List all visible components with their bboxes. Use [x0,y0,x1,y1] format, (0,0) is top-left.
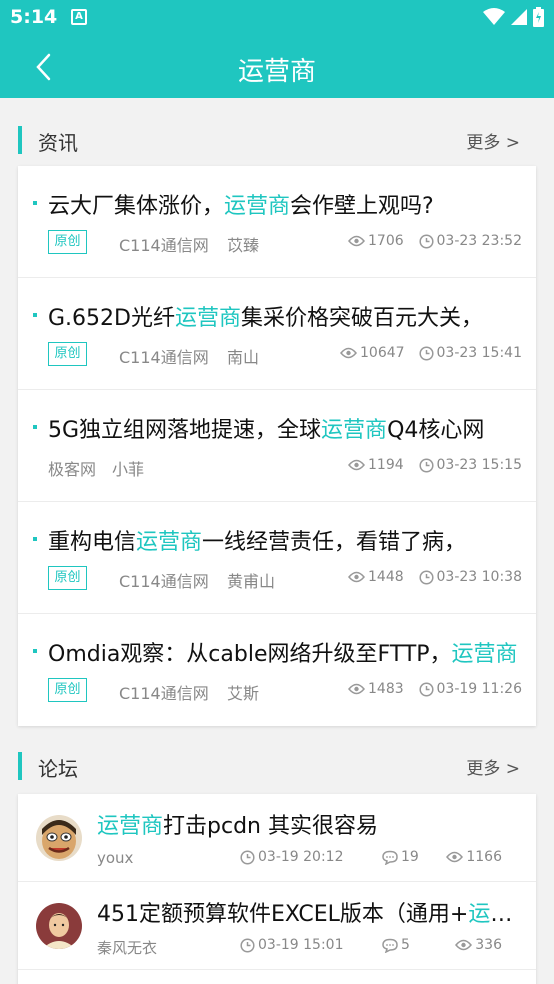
news-headline[interactable]: 重构电信运营商一线经营责任，看错了病， [48,524,518,556]
battery-icon [533,7,544,27]
news-date: 03-19 11:26 [418,681,522,697]
news-date: 03-23 15:15 [418,457,522,473]
avatar [36,815,82,861]
clock-icon [418,233,434,249]
forum-post-title[interactable]: 451定额预算软件EXCEL版本（通用+运营商 [97,896,517,928]
news-meta: 极客网 小菲 1194 03-23 15:15 [48,454,522,480]
eye-icon [348,571,365,583]
news-author: 黄甫山 [227,572,276,591]
news-item[interactable]: 重构电信运营商一线经营责任，看错了病， 原创 C114通信网 黄甫山 1448 … [18,502,536,614]
reply-count: 19 [382,849,419,865]
original-tag: 原创 [48,678,87,702]
news-headline[interactable]: G.652D光纤运营商集采价格突破百元大关， [48,300,518,332]
news-list: 云大厂集体涨价，运营商会作壁上观吗? 原创 C114通信网 苡臻 1706 03… [18,166,536,726]
news-source: 极客网 [48,460,97,479]
news-headline[interactable]: 云大厂集体涨价，运营商会作壁上观吗? [48,188,518,220]
news-section-title: 资讯 [38,131,78,155]
news-source: C114通信网 [119,684,209,703]
avatar [36,903,82,949]
original-tag: 原创 [48,342,87,366]
bullet [33,201,37,205]
forum-more-link[interactable]: 更多 > [466,754,520,779]
view-count: 1194 [348,457,404,473]
news-source: C114通信网 [119,572,209,591]
system-icons [483,7,544,27]
view-count: 10647 [340,345,405,361]
eye-icon [446,851,464,863]
clock-icon [240,937,255,953]
news-headline[interactable]: Omdia观察：从cable网络升级至FTTP，运营商 [48,636,518,668]
forum-post[interactable]: 451定额预算软件EXCEL版本（通用+运营商 秦风无衣 03-19 15:01… [18,882,536,970]
bullet [33,649,37,653]
post-author: youx [97,849,134,867]
bullet [33,425,37,429]
view-count: 336 [455,937,502,953]
view-count: 1448 [348,569,404,585]
news-section-header: 资讯 更多 > [0,120,554,160]
cartoon-face-avatar-icon [36,815,82,861]
signal-icon [511,9,527,25]
news-item[interactable]: 云大厂集体涨价，运营商会作壁上观吗? 原创 C114通信网 苡臻 1706 03… [18,166,536,278]
section-accent-bar [18,126,22,154]
view-count: 1166 [446,849,502,865]
clock-icon [418,457,434,473]
wifi-icon [483,8,505,25]
news-meta: 原创 C114通信网 苡臻 1706 03-23 23:52 [48,230,522,256]
clock-icon [240,849,255,865]
eye-icon [340,347,357,359]
news-author: 南山 [227,348,260,367]
forum-list: 运营商打击pcdn 其实很容易 youx 03-19 20:12 19 1166… [18,794,536,984]
app-header: 运营商 [0,36,554,98]
forum-post[interactable]: 运营商打击pcdn 其实很容易 youx 03-19 20:12 19 1166 [18,794,536,882]
news-item[interactable]: G.652D光纤运营商集采价格突破百元大关， 原创 C114通信网 南山 106… [18,278,536,390]
eye-icon [348,235,365,247]
news-meta: 原创 C114通信网 黄甫山 1448 03-23 10:38 [48,566,522,592]
clock: 5:14 [10,6,58,28]
news-author: 苡臻 [227,236,260,255]
post-date: 03-19 15:01 [240,937,343,953]
clock-icon [418,681,434,697]
view-count: 1483 [348,681,404,697]
news-meta: 原创 C114通信网 艾斯 1483 03-19 11:26 [48,678,522,704]
news-date: 03-23 10:38 [418,569,522,585]
news-item[interactable]: Omdia观察：从cable网络升级至FTTP，运营商 原创 C114通信网 艾… [18,614,536,726]
eye-icon [455,939,473,951]
comment-icon [382,938,398,953]
reply-count: 5 [382,937,410,953]
bullet [33,537,37,541]
news-more-link[interactable]: 更多 > [466,128,520,153]
eye-icon [348,459,365,471]
status-bar: 5:14 A [0,0,554,36]
forum-section-title: 论坛 [38,757,78,781]
forum-post-title[interactable]: 运营商打击pcdn 其实很容易 [97,808,517,840]
comment-icon [382,850,398,865]
clock-icon [418,569,434,585]
news-item[interactable]: 5G独立组网落地提速，全球运营商Q4核心网 极客网 小菲 1194 03-23 … [18,390,536,502]
news-source: C114通信网 [119,348,209,367]
news-headline[interactable]: 5G独立组网落地提速，全球运营商Q4核心网 [48,412,518,444]
news-meta: 原创 C114通信网 南山 10647 03-23 15:41 [48,342,522,368]
notification-icon: A [71,9,87,25]
news-source: C114通信网 [119,236,209,255]
person-avatar-icon [36,903,82,949]
news-date: 03-23 15:41 [418,345,522,361]
original-tag: 原创 [48,230,87,254]
post-date: 03-19 20:12 [240,849,343,865]
section-accent-bar [18,752,22,780]
news-author: 小菲 [112,460,145,479]
bullet [33,313,37,317]
clock-icon [418,345,434,361]
forum-section-header: 论坛 更多 > [0,746,554,786]
view-count: 1706 [348,233,404,249]
news-author: 艾斯 [227,684,260,703]
news-date: 03-23 23:52 [418,233,522,249]
original-tag: 原创 [48,566,87,590]
page-title: 运营商 [237,57,316,87]
post-author: 秦风无衣 [97,939,158,957]
eye-icon [348,683,365,695]
